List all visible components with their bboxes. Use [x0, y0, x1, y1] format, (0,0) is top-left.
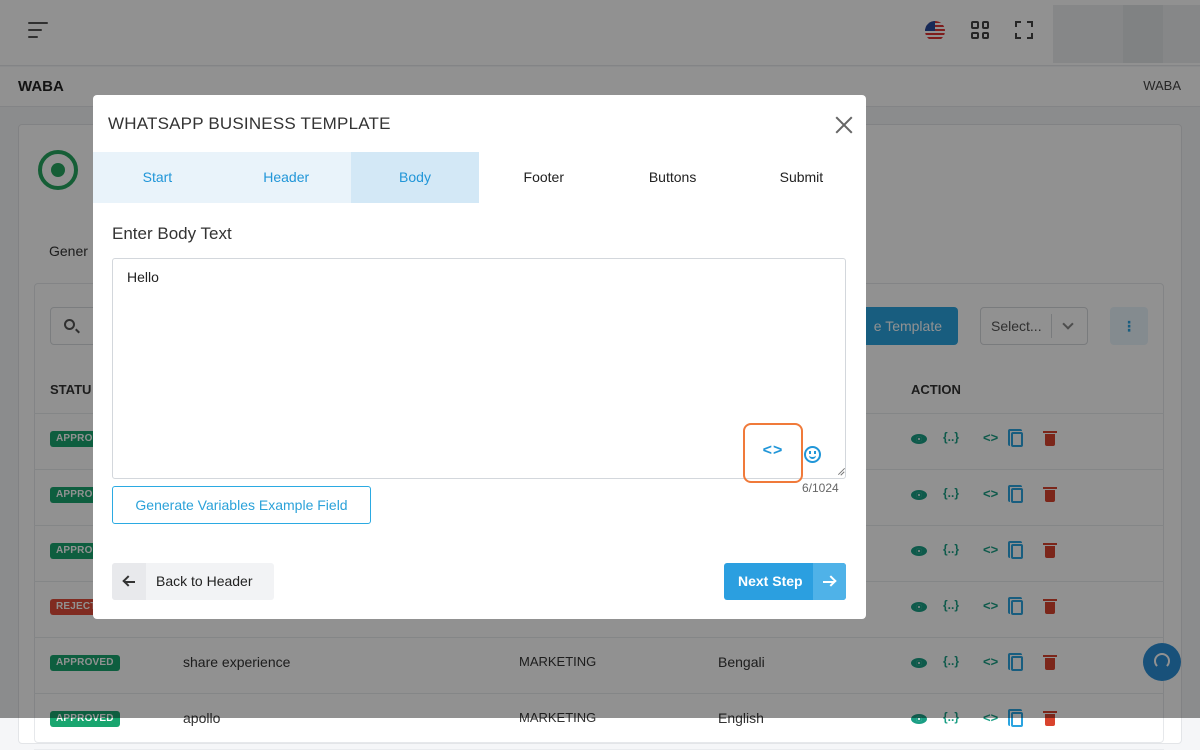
wizard-steps: Start Header Body Footer Buttons Submit — [93, 152, 866, 203]
section-title: Enter Body Text — [112, 224, 232, 243]
body-text-input[interactable]: Hello — [112, 258, 846, 479]
resize-handle[interactable] — [835, 467, 845, 477]
tab-body[interactable]: Body — [350, 152, 488, 203]
insert-variable-button[interactable]: <> — [743, 423, 803, 483]
next-step-button[interactable]: Next Step — [724, 563, 846, 600]
code-icon: <> — [762, 442, 784, 459]
tab-buttons[interactable]: Buttons — [608, 152, 737, 203]
close-icon[interactable] — [835, 116, 853, 134]
modal-title: WHATSAPP BUSINESS TEMPLATE — [108, 114, 391, 133]
back-button[interactable]: Back to Header — [112, 563, 274, 600]
arrow-right-icon — [813, 563, 846, 600]
back-button-label: Back to Header — [156, 573, 253, 589]
next-button-label: Next Step — [738, 573, 803, 589]
tab-header[interactable]: Header — [222, 152, 351, 203]
character-counter: 6/1024 — [802, 481, 839, 495]
emoji-icon[interactable] — [804, 446, 821, 463]
generate-variables-button[interactable]: Generate Variables Example Field — [112, 486, 371, 524]
tab-footer[interactable]: Footer — [479, 152, 609, 203]
arrow-left-icon — [112, 563, 146, 600]
tab-submit[interactable]: Submit — [737, 152, 866, 203]
tab-start[interactable]: Start — [93, 152, 222, 203]
whatsapp-template-modal: WHATSAPP BUSINESS TEMPLATE Start Header … — [93, 95, 866, 619]
